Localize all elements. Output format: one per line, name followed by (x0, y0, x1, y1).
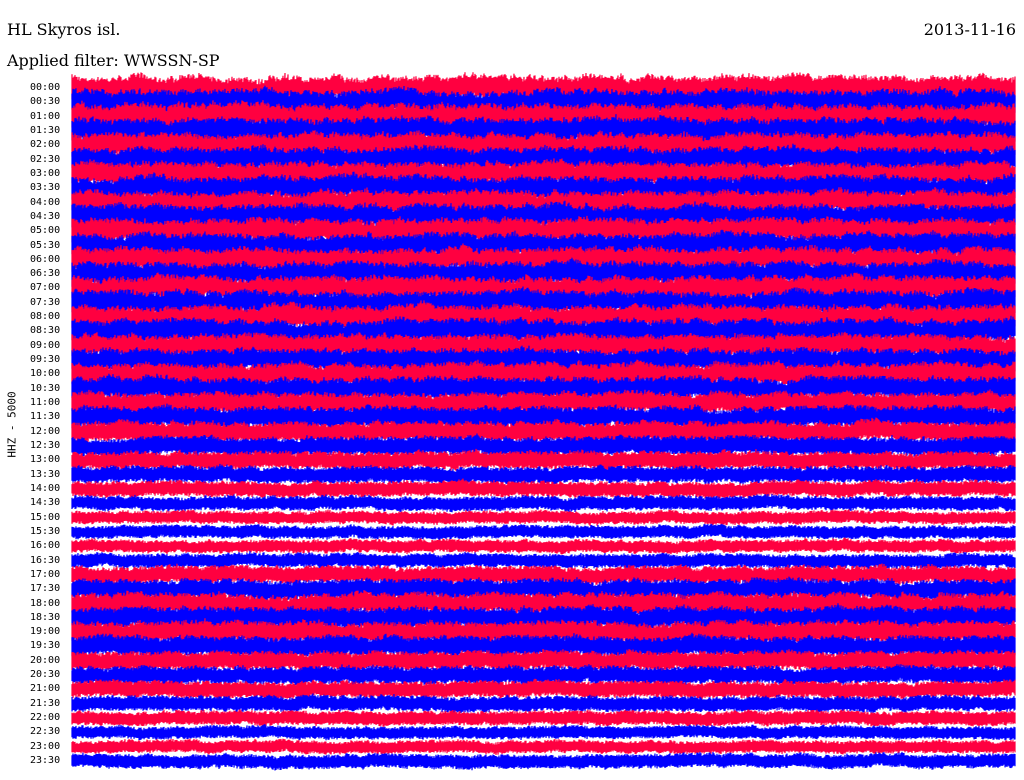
time-label: 09:30 (30, 354, 61, 366)
time-label: 15:00 (30, 511, 61, 523)
time-label: 15:30 (30, 525, 61, 537)
time-label: 08:00 (30, 311, 61, 323)
time-label: 04:00 (30, 196, 61, 208)
time-label: 13:00 (30, 454, 61, 466)
time-label: 04:30 (30, 210, 61, 222)
time-label: 11:00 (30, 397, 61, 409)
time-label: 02:00 (30, 139, 61, 151)
trace-1600 (71, 537, 1016, 555)
time-label: 14:00 (30, 482, 61, 494)
trace-2230 (71, 724, 1016, 741)
time-label: 19:00 (30, 626, 61, 638)
time-label: 09:00 (30, 339, 61, 351)
time-label: 03:30 (30, 182, 61, 194)
time-label: 05:00 (30, 225, 61, 237)
time-label: 07:30 (30, 296, 61, 308)
trace-1500 (71, 509, 1016, 526)
time-label: 02:30 (30, 153, 61, 165)
time-label: 16:30 (30, 554, 61, 566)
time-label: 08:30 (30, 325, 61, 337)
trace-1530 (71, 523, 1016, 541)
time-label: 17:30 (30, 583, 61, 595)
time-label: 12:30 (30, 440, 61, 451)
time-label: 21:00 (30, 683, 61, 695)
time-label: 13:30 (30, 468, 61, 480)
time-label: 00:00 (30, 82, 61, 93)
time-label: 01:30 (30, 124, 61, 136)
time-label: 07:00 (30, 282, 61, 294)
time-label: 22:30 (30, 726, 61, 738)
time-label: 10:00 (30, 368, 61, 380)
helicorder-plot (71, 72, 1016, 771)
time-label: 00:30 (30, 96, 61, 108)
time-label: 11:30 (30, 411, 61, 423)
time-label: 23:30 (30, 755, 61, 767)
time-label: 17:00 (30, 568, 61, 580)
time-label: 20:30 (30, 669, 61, 681)
time-label: 19:30 (30, 640, 61, 652)
time-label: 01:00 (30, 110, 61, 122)
time-label: 05:30 (30, 239, 61, 251)
time-label: 06:30 (30, 268, 61, 280)
trace-1400 (71, 478, 1016, 499)
time-label: 18:30 (30, 611, 61, 623)
time-label: 21:30 (30, 697, 61, 709)
time-label: 22:00 (30, 712, 61, 724)
trace-1430 (71, 494, 1016, 513)
time-label: 03:00 (30, 167, 61, 179)
time-label: 20:00 (30, 654, 61, 666)
time-label: 12:00 (30, 425, 61, 437)
time-label: 10:30 (30, 382, 61, 394)
time-label: 06:00 (30, 253, 61, 265)
channel-label: HHZ - 5000 (5, 391, 19, 458)
time-label: 14:30 (30, 497, 61, 509)
trace-2300 (71, 738, 1016, 756)
time-label: 18:00 (30, 597, 61, 609)
time-label: 16:00 (30, 540, 61, 552)
trace-2330 (71, 751, 1016, 771)
filter-label: Applied filter: WWSSN-SP (7, 51, 220, 70)
time-label: 23:00 (30, 740, 61, 752)
